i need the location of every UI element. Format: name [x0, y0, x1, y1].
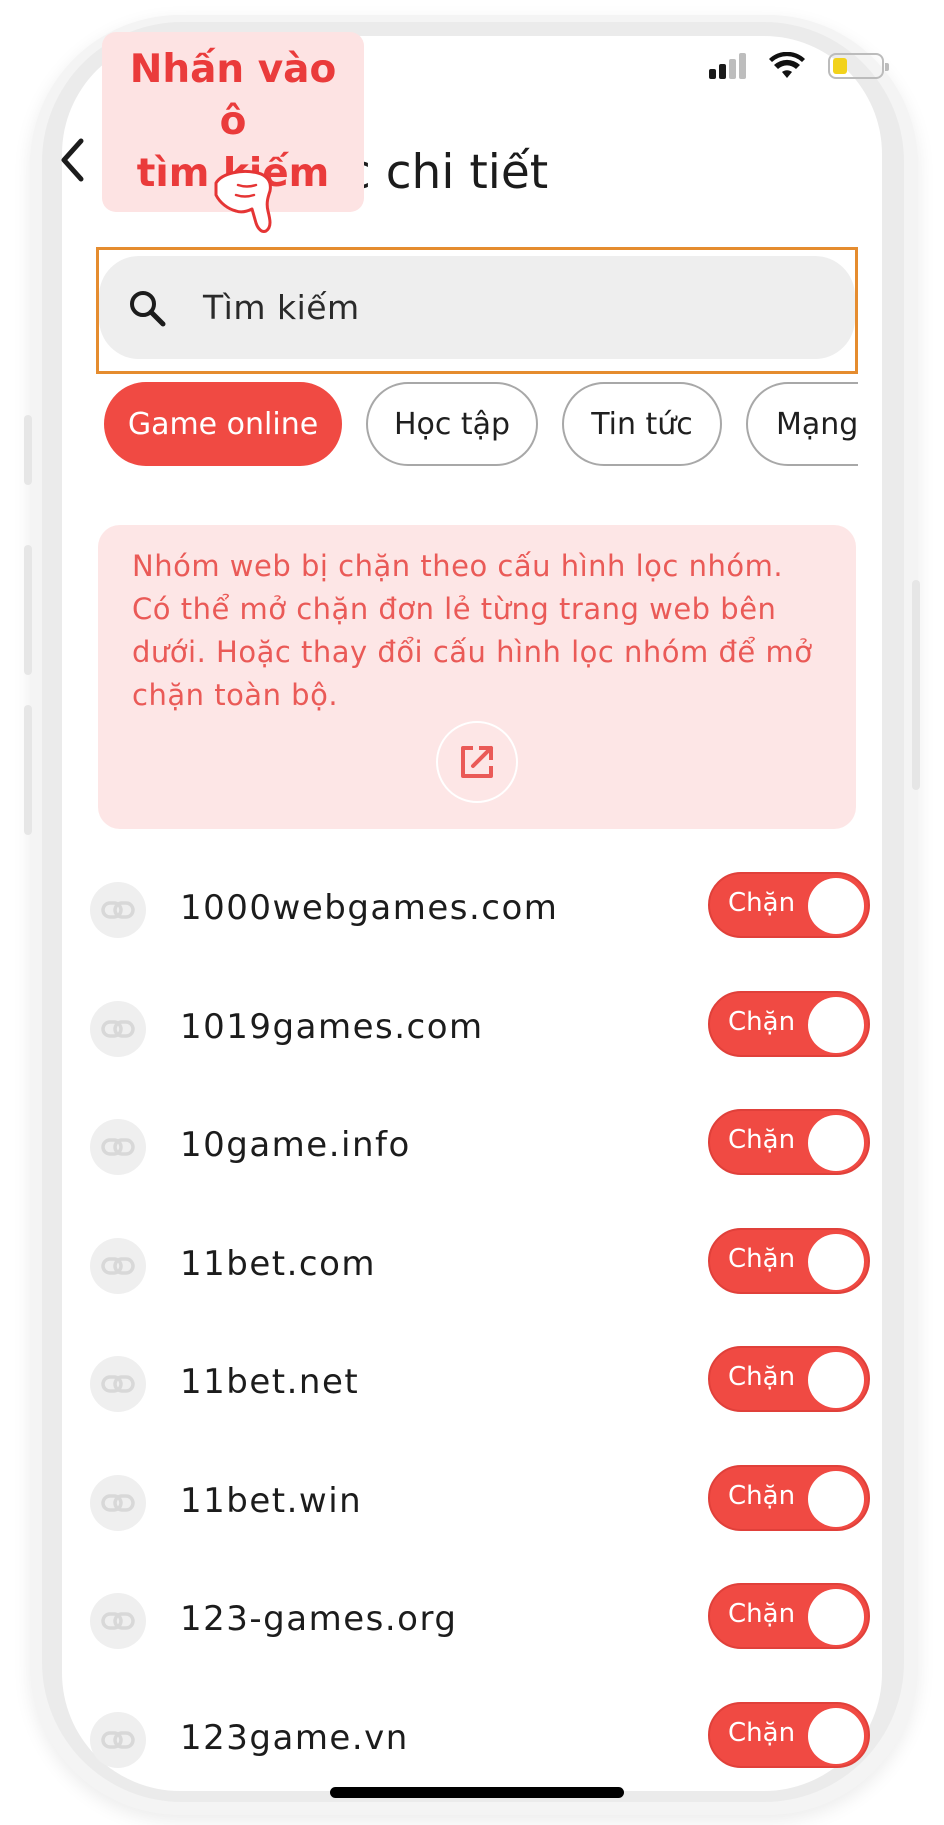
link-icon — [90, 1356, 146, 1412]
toggle-knob — [808, 1234, 864, 1290]
site-domain: 10game.info — [180, 1125, 411, 1165]
link-icon — [90, 1712, 146, 1768]
toggle-knob — [808, 1589, 864, 1645]
chip-mang-xa-hoi[interactable]: Mạng xã hội — [746, 382, 858, 466]
toggle-knob — [808, 1352, 864, 1408]
status-bar — [709, 52, 889, 80]
block-toggle[interactable]: Chặn — [708, 1583, 870, 1649]
toggle-knob — [808, 1708, 864, 1764]
chip-tin-tuc[interactable]: Tin tức — [562, 382, 722, 466]
block-toggle[interactable]: Chặn — [708, 1109, 870, 1175]
site-row: 123-games.org Chặn — [90, 1571, 870, 1681]
chip-hoc-tap[interactable]: Học tập — [366, 382, 538, 466]
search-placeholder: Tìm kiếm — [203, 288, 360, 327]
block-toggle[interactable]: Chặn — [708, 1702, 870, 1768]
link-icon — [90, 1001, 146, 1057]
back-button[interactable] — [42, 120, 102, 200]
pointing-hand-icon — [214, 169, 272, 233]
toggle-knob — [808, 997, 864, 1053]
group-block-notice: Nhóm web bị chặn theo cấu hình lọc nhóm.… — [98, 525, 856, 829]
notice-text: Nhóm web bị chặn theo cấu hình lọc nhóm.… — [132, 549, 813, 712]
power-button — [912, 580, 920, 790]
volume-up-button — [24, 545, 32, 675]
category-chips: Game online Học tập Tin tức Mạng xã hội — [104, 382, 858, 468]
site-domain: 11bet.win — [180, 1481, 363, 1521]
wifi-icon — [769, 52, 805, 78]
site-row: 10game.info Chặn — [90, 1097, 870, 1207]
search-icon — [130, 290, 166, 326]
link-icon — [90, 882, 146, 938]
tooltip-line-1: Nhấn vào ô — [129, 47, 337, 144]
site-domain: 123game.vn — [180, 1718, 409, 1758]
chevron-left-icon — [61, 138, 84, 182]
block-toggle[interactable]: Chặn — [708, 872, 870, 938]
block-toggle-label: Chặn — [728, 1362, 796, 1392]
site-row: 11bet.net Chặn — [90, 1334, 870, 1444]
toggle-knob — [808, 878, 864, 934]
block-toggle[interactable]: Chặn — [708, 991, 870, 1057]
site-row: 1019games.com Chặn — [90, 979, 870, 1089]
chip-game-online[interactable]: Game online — [104, 382, 342, 466]
open-settings-button[interactable] — [436, 721, 518, 803]
mute-switch — [24, 415, 32, 485]
block-toggle-label: Chặn — [728, 1007, 796, 1037]
site-row: 11bet.win Chặn — [90, 1453, 870, 1563]
site-domain: 123-games.org — [180, 1599, 458, 1639]
block-toggle-label: Chặn — [728, 1599, 796, 1629]
block-toggle[interactable]: Chặn — [708, 1228, 870, 1294]
site-row: 11bet.com Chặn — [90, 1216, 870, 1326]
site-row: 123game.vn Chặn — [90, 1690, 870, 1800]
link-icon — [90, 1593, 146, 1649]
site-domain: 11bet.com — [180, 1244, 377, 1284]
block-toggle-label: Chặn — [728, 888, 796, 918]
link-icon — [90, 1238, 146, 1294]
block-toggle[interactable]: Chặn — [708, 1465, 870, 1531]
site-row: 1000webgames.com Chặn — [90, 860, 870, 970]
external-link-icon — [461, 746, 493, 778]
toggle-knob — [808, 1115, 864, 1171]
block-toggle-label: Chặn — [728, 1244, 796, 1274]
block-toggle[interactable]: Chặn — [708, 1346, 870, 1412]
block-toggle-label: Chặn — [728, 1481, 796, 1511]
site-domain: 1000webgames.com — [180, 888, 559, 928]
site-domain: 1019games.com — [180, 1007, 484, 1047]
link-icon — [90, 1119, 146, 1175]
battery-icon — [828, 53, 889, 79]
site-domain: 11bet.net — [180, 1362, 360, 1402]
toggle-knob — [808, 1471, 864, 1527]
link-icon — [90, 1475, 146, 1531]
volume-down-button — [24, 705, 32, 835]
home-indicator — [330, 1787, 624, 1798]
cellular-signal-icon — [709, 53, 746, 79]
block-toggle-label: Chặn — [728, 1718, 796, 1748]
search-input[interactable]: Tìm kiếm — [99, 256, 855, 359]
block-toggle-label: Chặn — [728, 1125, 796, 1155]
